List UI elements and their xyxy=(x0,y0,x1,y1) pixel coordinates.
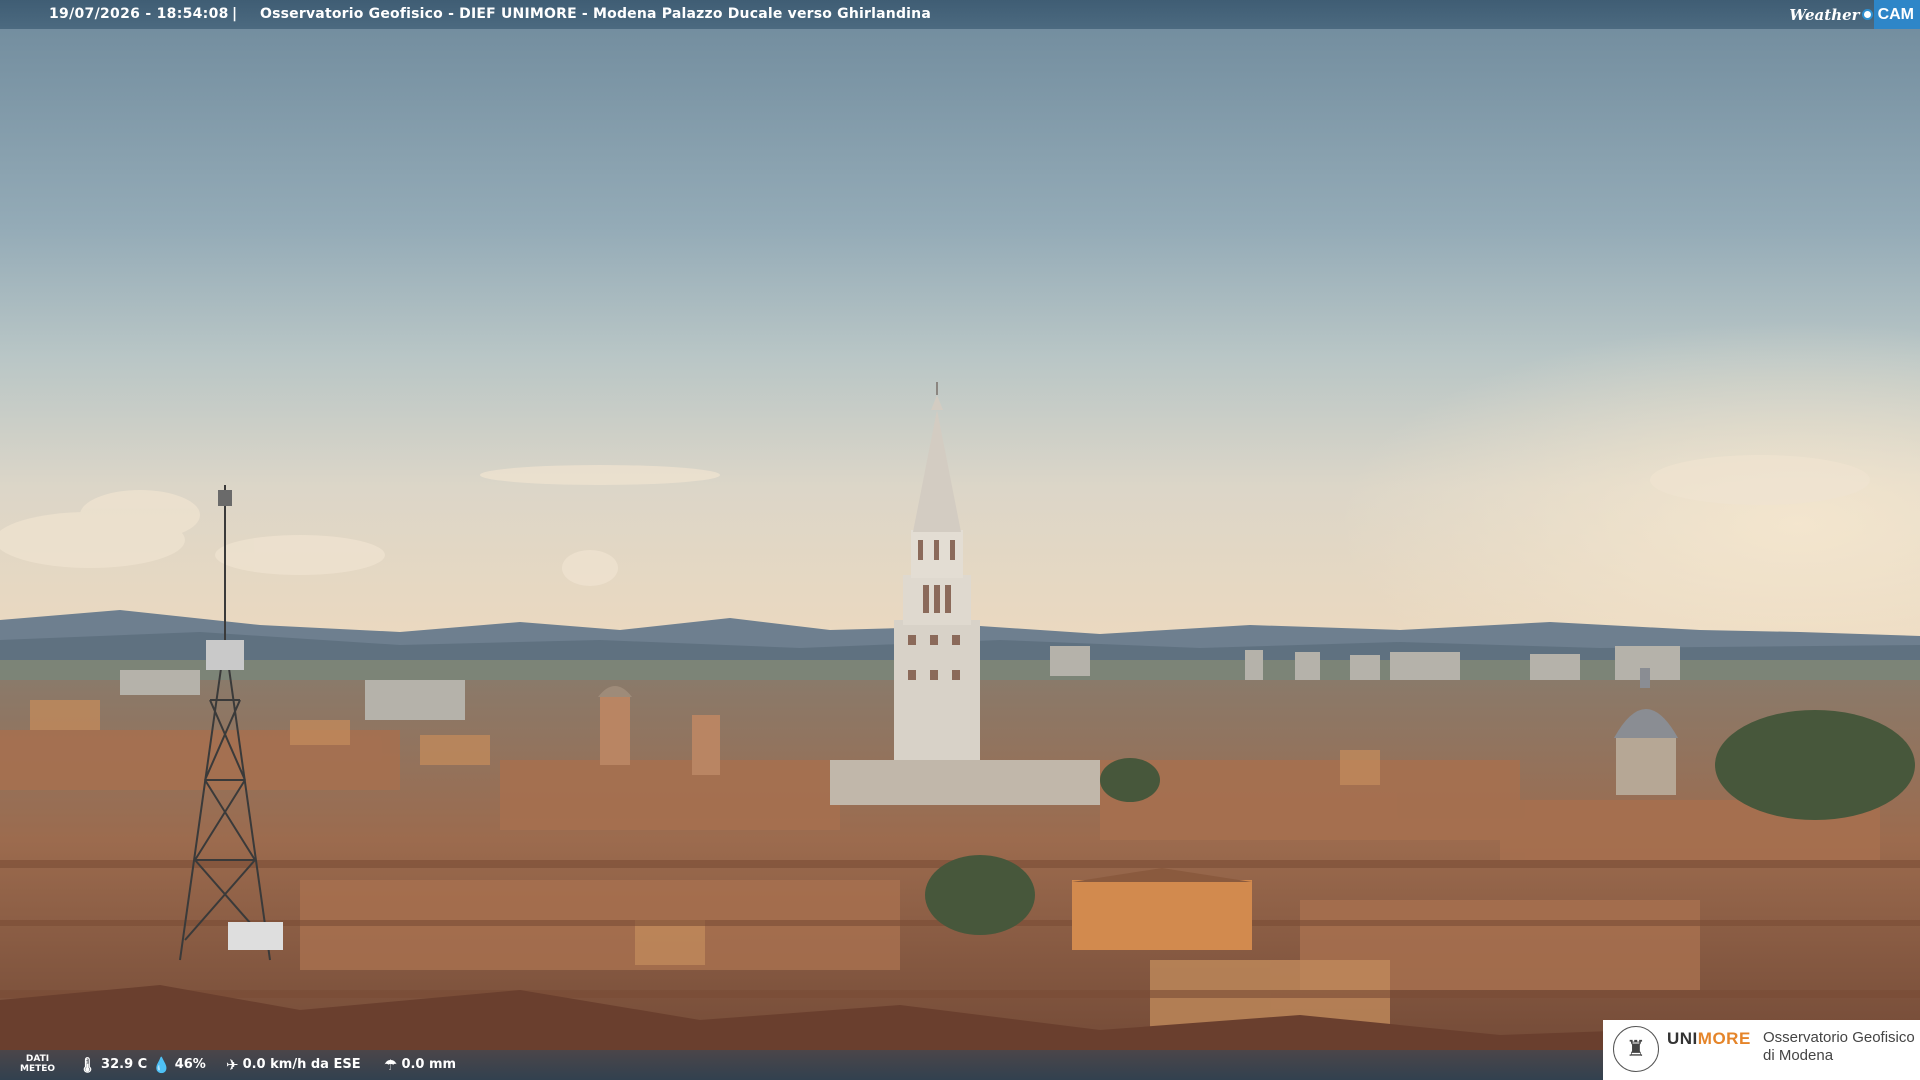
unimore-logo-box: ♜ UNIMORE Osservatorio Geofisico di Mode… xyxy=(1603,1020,1920,1080)
humidity-icon: 💧 xyxy=(152,1055,171,1074)
observatory-line1: Osservatorio Geofisico xyxy=(1763,1029,1915,1046)
temperature-reading: 🌡 32.9 C xyxy=(78,1057,147,1072)
top-info-bar: 19/07/2026 - 18:54:08 | Osservatorio Geo… xyxy=(0,0,1920,29)
dati-label-line1: DATI xyxy=(25,1054,50,1064)
camera-title: Osservatorio Geofisico - DIEF UNIMORE - … xyxy=(260,6,931,22)
observatory-name: Osservatorio Geofisico di Modena xyxy=(1763,1029,1915,1065)
more-part: MORE xyxy=(1697,1029,1751,1048)
university-seal-icon: ♜ xyxy=(1613,1026,1659,1072)
wind-icon: ✈ xyxy=(226,1055,239,1074)
uni-part: UNI xyxy=(1667,1029,1698,1048)
weathercam-weather-text: Weather xyxy=(1789,5,1860,24)
timestamp: 19/07/2026 - 18:54:08 xyxy=(49,6,229,22)
rain-value: 0.0 mm xyxy=(401,1057,457,1072)
rain-icon: ☂ xyxy=(384,1055,398,1074)
wind-value: 0.0 km/h da ESE xyxy=(242,1057,361,1072)
dati-label-line2: METEO xyxy=(20,1064,56,1074)
wind-reading: ✈ 0.0 km/h da ESE xyxy=(226,1057,361,1072)
separator: | xyxy=(232,6,238,22)
thermometer-icon: 🌡 xyxy=(78,1055,98,1074)
rain-reading: ☂ 0.0 mm xyxy=(384,1057,456,1072)
weathercam-cam-text: CAM xyxy=(1873,0,1920,29)
webcam-image xyxy=(0,0,1920,1080)
dati-meteo-label: DATI METEO xyxy=(20,1054,55,1074)
observatory-line2: di Modena xyxy=(1763,1047,1834,1064)
humidity-reading: 💧 46% xyxy=(152,1057,206,1072)
weathercam-dot-icon xyxy=(1861,9,1873,20)
temperature-value: 32.9 C xyxy=(101,1057,148,1072)
weathercam-logo: Weather CAM xyxy=(1789,0,1920,29)
unimore-wordmark: UNIMORE xyxy=(1667,1029,1751,1049)
humidity-value: 46% xyxy=(174,1057,206,1072)
